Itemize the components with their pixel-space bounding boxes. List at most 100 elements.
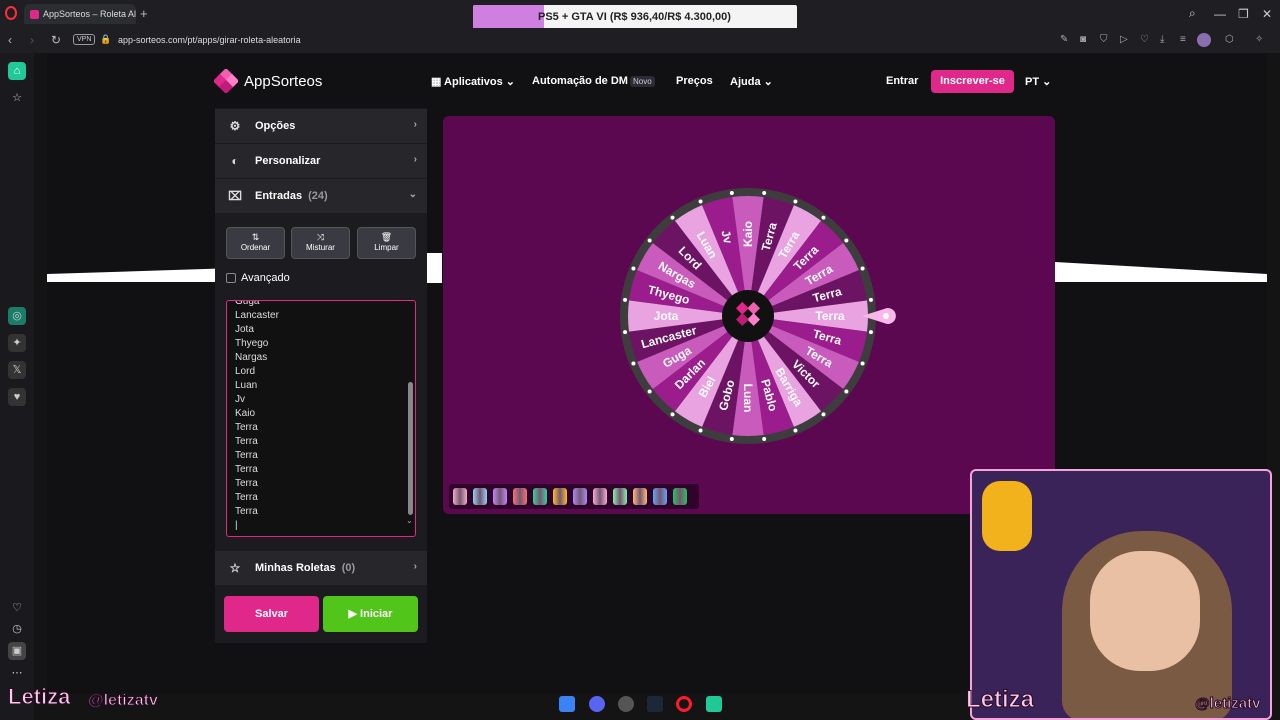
chatgpt-icon[interactable]: ◎ [8,307,26,325]
chevron-down-icon: ⌄ [1039,76,1052,88]
shield-icon[interactable]: ⛉ [1100,34,1108,45]
streamer-face [1090,551,1200,671]
entries-count: (24) [308,190,328,202]
aria-icon[interactable]: ✦ [8,334,26,352]
wheel-label: Kaio [741,221,755,247]
shuffle-button[interactable]: ⤨ Misturar [291,227,350,259]
text-caret: | [235,520,238,531]
obs-icon[interactable] [618,696,634,712]
wheel-peg [647,238,652,243]
clear-button[interactable]: 🗑 Limpar [357,227,416,259]
appsorteos-logo-icon[interactable] [214,69,238,93]
palette-swatch[interactable] [453,488,467,505]
nav-pricing[interactable]: Preços [676,75,713,87]
download-icon[interactable]: ⤓ [1160,34,1164,45]
sort-icon: ⇅ [251,232,260,242]
more-icon[interactable]: ⋯ [8,664,26,682]
wheel-peg [623,330,628,335]
wheel-peg [698,428,703,433]
palette-swatch[interactable] [513,488,527,505]
steam-icon[interactable] [647,696,663,712]
history-icon[interactable]: ◷ [8,620,26,638]
forward-button[interactable]: › [30,33,34,47]
my-wheels-section[interactable]: ☆ Minhas Roletas (0) › [215,551,427,585]
home-icon[interactable]: ⌂ [8,62,26,80]
sort-label: Ordenar [240,243,271,252]
play-icon[interactable]: ▷ [1120,34,1128,45]
palette-swatch[interactable] [633,488,647,505]
favorites-icon[interactable]: ♡ [8,599,26,617]
start-button[interactable]: ▶ Iniciar [323,596,418,632]
language-label: PT [1025,76,1040,88]
url-field[interactable]: app-sorteos.com/pt/apps/girar-roleta-ale… [118,35,301,45]
wheel-peg [868,297,873,302]
palette-swatch[interactable] [493,488,507,505]
palette-swatch[interactable] [673,488,687,505]
entry-item: Kaio [235,408,256,419]
palette-swatch[interactable] [533,488,547,505]
webcam-overlay [970,469,1272,720]
sort-button[interactable]: ⇅ Ordenar [226,227,285,259]
options-section[interactable]: ⚙ Opções › [215,109,427,143]
wheel-label: Terra [815,309,844,323]
customize-section[interactable]: ◐ Personalizar › [215,144,427,178]
spin-wheel[interactable]: TerraTerraTerraVictorBarrigaPabloLuanGob… [600,168,900,468]
profile-avatar[interactable] [1197,33,1211,47]
save-button[interactable]: Salvar [224,596,319,632]
palette-swatch[interactable] [613,488,627,505]
close-button[interactable]: ✕ [1262,7,1272,21]
promo-progress-bar: PS5 + GTA VI (R$ 936,40/R$ 4.300,00) [473,5,797,30]
chevron-down-icon: ⌄ [408,189,417,200]
new-tab-button[interactable]: + [140,6,148,21]
opera-taskbar-icon[interactable] [676,696,692,712]
language-selector[interactable]: PT ⌄ [1025,75,1051,88]
palette-swatch[interactable] [653,488,667,505]
opera-logo-icon[interactable] [5,6,17,20]
entries-section[interactable]: ⌧ Entradas (24) ⌄ [215,179,427,213]
entries-label: Entradas [255,190,303,202]
palette-swatch[interactable] [593,488,607,505]
options-label: Opções [255,120,296,132]
wheel-hub[interactable] [722,290,774,342]
extensions-icon[interactable]: ⬡ [1225,34,1234,45]
advanced-label: Avançado [241,272,290,284]
reload-button[interactable]: ↻ [51,33,61,47]
signup-button[interactable]: Inscrever-se [931,70,1014,93]
heart-app-icon[interactable]: ♥ [8,388,26,406]
back-button[interactable]: ‹ [8,33,12,47]
edit-icon[interactable]: ✎ [1060,34,1068,45]
browser-tab[interactable]: AppSorteos – Roleta Aleat [24,4,136,24]
streamer-name-right: Letiza [965,686,1035,714]
wheel-peg [844,238,849,243]
camera-icon[interactable]: ◙ [1080,34,1086,45]
nav-dm-automation[interactable]: Automação de DM [532,75,628,87]
discord-icon[interactable] [589,696,605,712]
search-icon[interactable]: ⌕ [1189,6,1196,21]
color-palette-bar[interactable] [449,484,699,509]
ai-icon[interactable]: ✧ [1255,34,1263,45]
scroll-down-icon[interactable]: ⌄ [406,516,413,525]
maximize-button[interactable]: ❐ [1238,7,1249,21]
app-taskbar-icon[interactable] [706,696,722,712]
windows-start-icon[interactable] [559,696,575,712]
entries-scrollbar[interactable] [408,382,413,515]
palette-swatch[interactable] [573,488,587,505]
x-twitter-icon[interactable]: 𝕏 [8,361,26,379]
star-icon[interactable]: ☆ [8,89,26,107]
heart-icon[interactable]: ♡ [1140,34,1149,45]
advanced-checkbox[interactable] [226,273,236,283]
nav-help[interactable]: Ajuda ⌄ [730,75,773,88]
login-link[interactable]: Entrar [886,75,918,87]
minimize-button[interactable]: — [1214,7,1226,21]
nav-apps[interactable]: ▦ Aplicativos ⌄ [431,75,515,88]
menu-icon[interactable]: ≡ [1180,34,1186,45]
palette-swatch[interactable] [553,488,567,505]
vpn-badge[interactable]: VPN [73,34,96,45]
customize-label: Personalizar [255,155,321,167]
entry-item: Terra [235,492,258,503]
chevron-down-icon: ⌄ [760,76,773,88]
entries-textarea[interactable]: Guga Lancaster Jota Thyego Nargas Lord Luan Jv K… [226,300,416,537]
wallet-icon[interactable]: ▣ [8,642,26,660]
palette-swatch[interactable] [473,488,487,505]
brand-name[interactable]: AppSorteos [244,73,322,90]
